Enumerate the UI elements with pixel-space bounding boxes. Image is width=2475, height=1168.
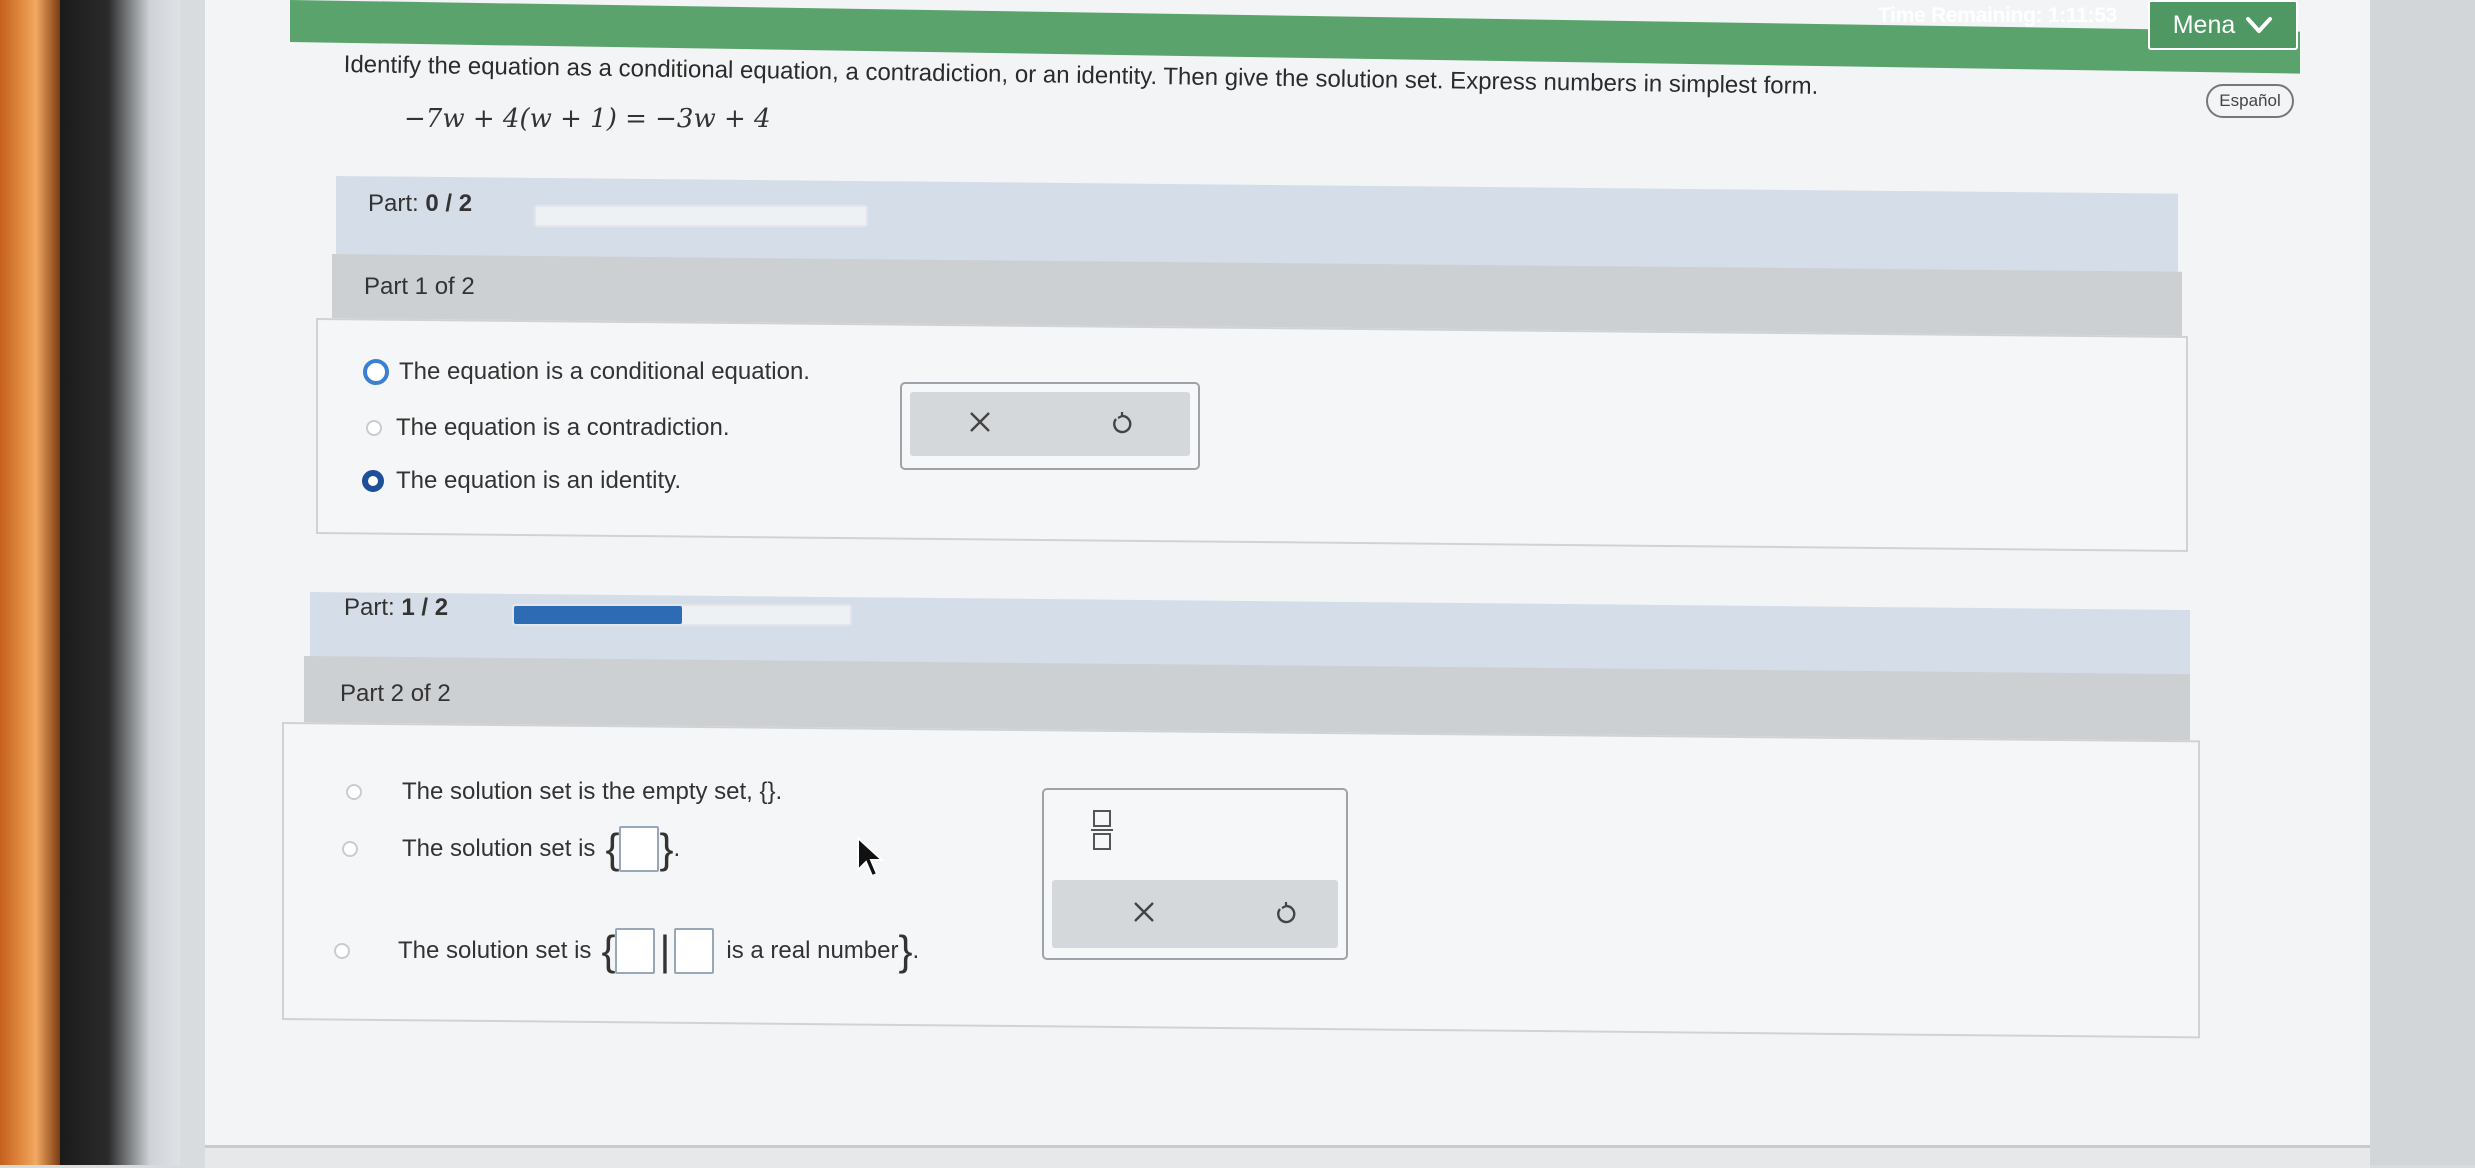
option-empty-set[interactable]: The solution set is the empty set, {}. bbox=[346, 778, 782, 806]
progress-bar-1 bbox=[534, 205, 868, 227]
option-contradiction-label: The equation is a contradiction. bbox=[396, 414, 730, 441]
option-conditional-label: The equation is a conditional equation. bbox=[399, 358, 810, 385]
option-single-value-label: The solution set is bbox=[402, 835, 596, 862]
close-brace: } bbox=[898, 927, 913, 974]
progress-label-1: Part: 0 / 2 bbox=[368, 190, 472, 218]
clear-button[interactable] bbox=[960, 402, 1000, 442]
part-1-tool-strip bbox=[910, 392, 1190, 456]
open-brace: { bbox=[605, 825, 620, 872]
part-2-tool-panel bbox=[1042, 788, 1348, 960]
close-icon bbox=[1134, 902, 1154, 922]
radio-single-value[interactable] bbox=[342, 841, 358, 857]
option-single-value[interactable]: The solution set is {}. bbox=[342, 826, 680, 872]
progress-fill-2 bbox=[514, 606, 682, 624]
option-set-builder-mid: is a real number bbox=[726, 937, 899, 964]
option-set-builder-label: The solution set is bbox=[398, 937, 592, 964]
progress-prefix: Part: bbox=[344, 594, 402, 621]
option-empty-set-label: The solution set is the empty set, {}. bbox=[402, 778, 783, 805]
menu-button-label: Mena bbox=[2172, 10, 2236, 39]
undo-button[interactable] bbox=[1266, 894, 1306, 934]
language-toggle-button[interactable]: Español bbox=[2206, 84, 2294, 118]
clear-button[interactable] bbox=[1124, 892, 1164, 932]
mouse-pointer-icon bbox=[857, 836, 885, 878]
open-brace: { bbox=[601, 927, 616, 974]
radio-set-builder[interactable] bbox=[334, 943, 350, 959]
part-1-title: Part 1 of 2 bbox=[364, 273, 475, 300]
option-set-builder[interactable]: The solution set is { | is a real number}… bbox=[334, 928, 919, 974]
undo-button[interactable] bbox=[1102, 404, 1142, 444]
such-that-bar: | bbox=[659, 927, 671, 974]
time-remaining: Time Remaining: 1:11:53 bbox=[1878, 4, 2117, 27]
progress-value: 1 / 2 bbox=[401, 594, 449, 621]
option-identity-label: The equation is an identity. bbox=[396, 467, 682, 494]
chevron-down-icon bbox=[2246, 17, 2273, 33]
photo-background bbox=[0, 0, 60, 1165]
option-conditional[interactable]: The equation is a conditional equation. bbox=[363, 358, 810, 386]
equation: −7w + 4(w + 1) = −3w + 4 bbox=[404, 104, 771, 134]
progress-value: 0 / 2 bbox=[425, 190, 473, 217]
period: . bbox=[912, 937, 920, 964]
progress-prefix: Part: bbox=[368, 190, 426, 217]
progress-bar-2 bbox=[512, 604, 852, 626]
menu-button[interactable]: Mena bbox=[2148, 0, 2298, 50]
answer-box-condition[interactable] bbox=[674, 928, 715, 974]
close-brace: } bbox=[659, 825, 674, 872]
option-contradiction[interactable]: The equation is a contradiction. bbox=[366, 414, 730, 442]
radio-contradiction[interactable] bbox=[366, 420, 382, 436]
fraction-icon bbox=[1091, 810, 1113, 850]
period: . bbox=[673, 835, 681, 862]
answer-box-single[interactable] bbox=[619, 826, 660, 872]
option-identity[interactable]: The equation is an identity. bbox=[362, 467, 681, 495]
part-1-tool-panel bbox=[900, 382, 1200, 470]
radio-empty-set[interactable] bbox=[346, 784, 362, 800]
radio-identity-selected[interactable] bbox=[362, 470, 384, 492]
answer-box-variable[interactable] bbox=[615, 928, 656, 974]
screen-edge bbox=[60, 0, 180, 1165]
right-gutter bbox=[2370, 0, 2475, 1165]
fraction-button[interactable] bbox=[1080, 804, 1124, 856]
progress-label-2: Part: 1 / 2 bbox=[344, 594, 448, 622]
undo-icon bbox=[1113, 412, 1132, 434]
radio-conditional[interactable] bbox=[363, 359, 389, 385]
part-2-title: Part 2 of 2 bbox=[340, 680, 451, 707]
undo-icon bbox=[1277, 902, 1296, 924]
close-icon bbox=[970, 412, 990, 432]
